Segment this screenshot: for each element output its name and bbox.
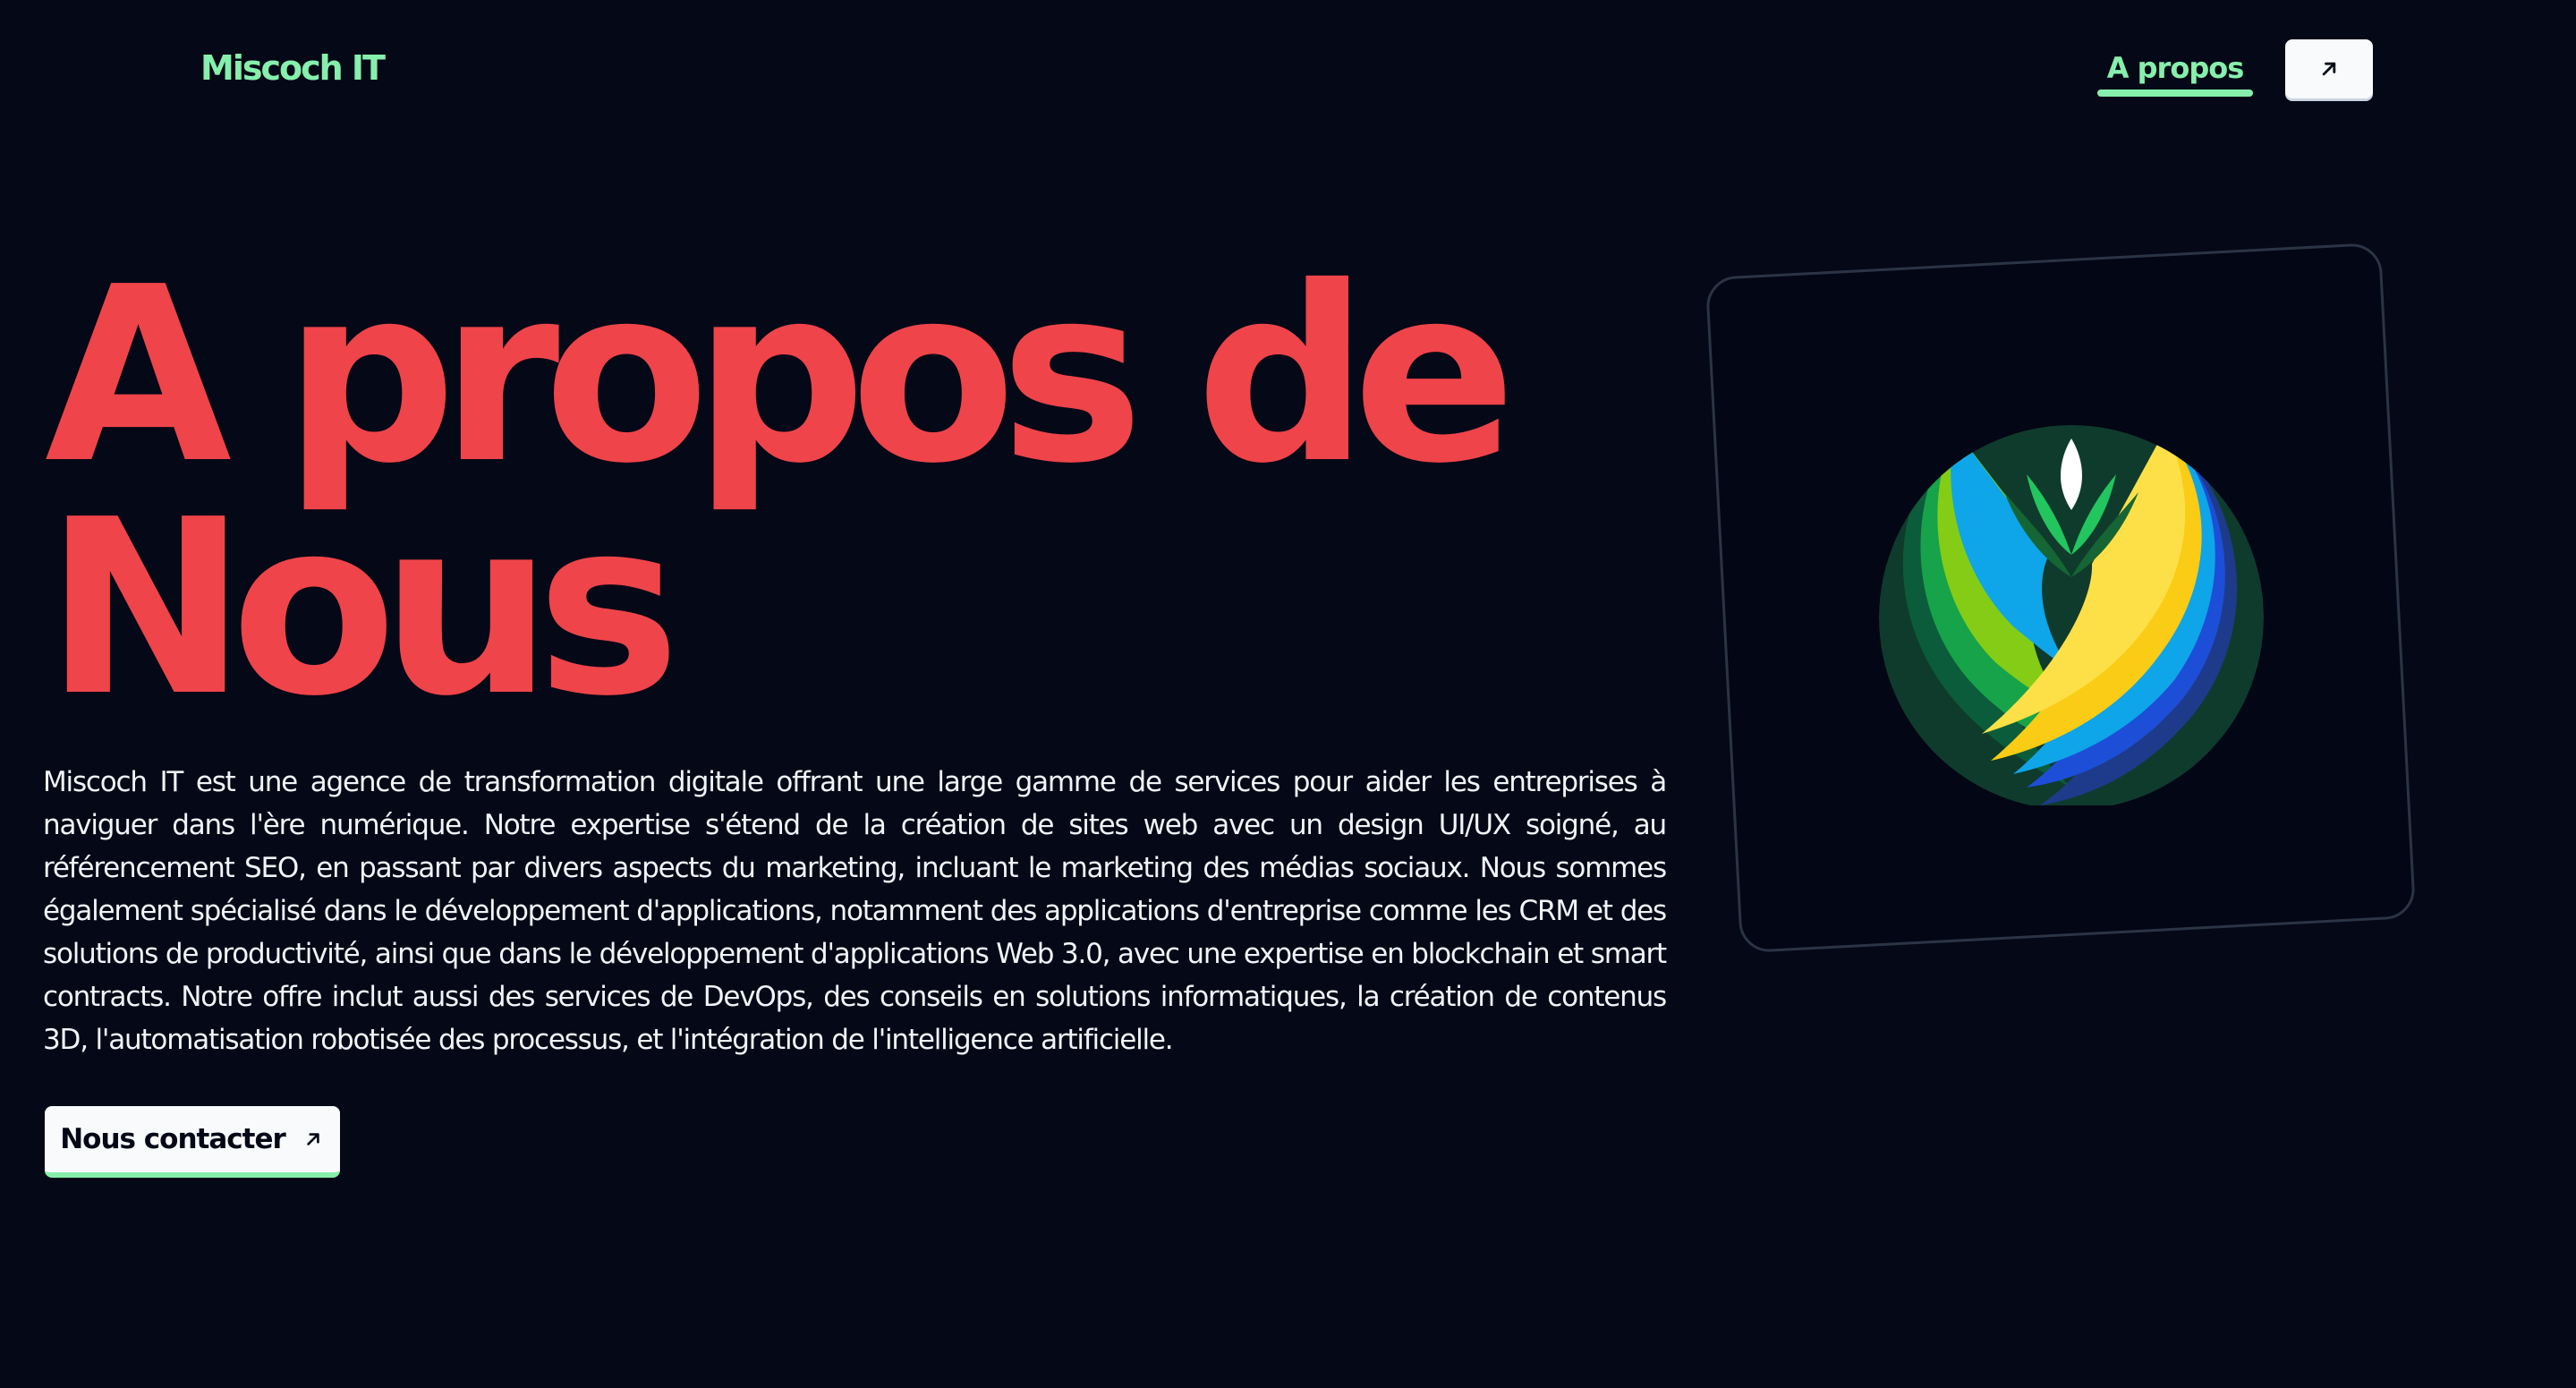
page-title-line-1: A propos de — [45, 234, 1517, 516]
about-description: Miscoch IT est une agence de transformat… — [43, 766, 1667, 1056]
contact-button[interactable]: Nous contacter — [45, 1106, 340, 1178]
contact-button-label: Nous contacter — [60, 1123, 286, 1155]
nav-link-label: A propos — [2106, 51, 2245, 85]
arrow-up-right-icon — [307, 1133, 319, 1145]
arrow-up-right-icon — [2322, 62, 2336, 76]
page-title-line-2: Nous — [45, 467, 680, 749]
company-logo-image — [1879, 425, 2264, 805]
active-underline — [2097, 89, 2253, 97]
brand-logo-text[interactable]: Miscoch IT — [200, 47, 386, 89]
nav-link-a-propos[interactable]: A propos — [2097, 41, 2253, 97]
external-link-button[interactable] — [2285, 39, 2373, 98]
page-title: A propos de Nous — [45, 234, 1517, 749]
